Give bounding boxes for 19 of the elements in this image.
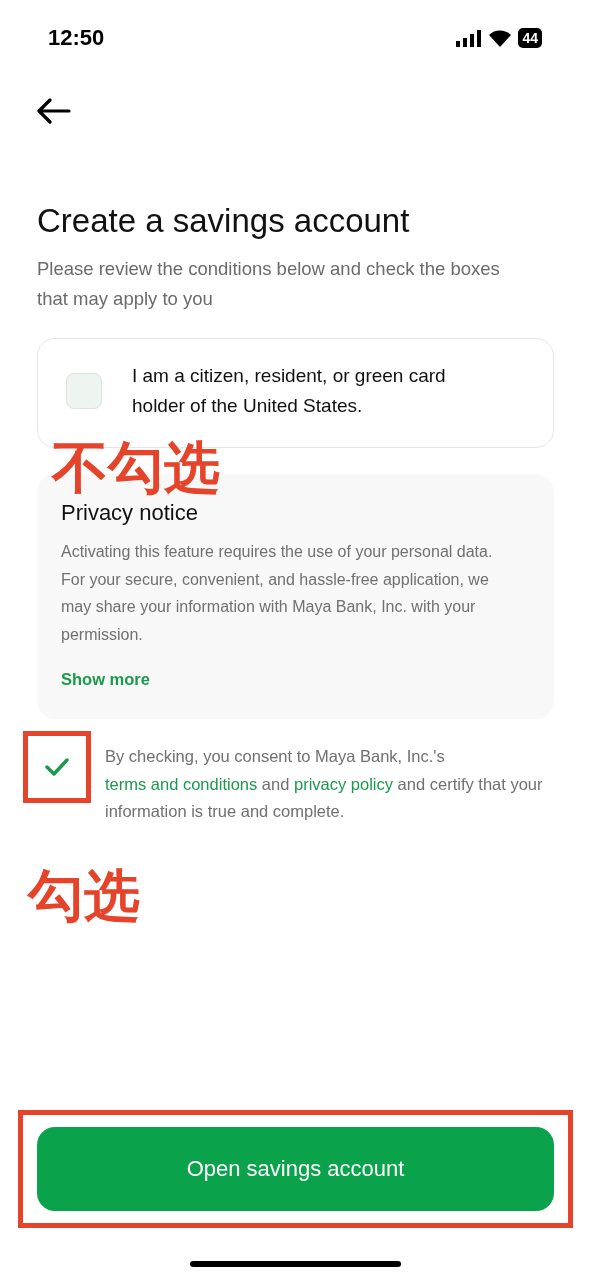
back-arrow-icon[interactable]	[37, 98, 71, 124]
option-label: I am a citizen, resident, or green card holder of the United States.	[132, 364, 447, 418]
annotation-label: 勾选	[28, 868, 140, 924]
open-account-button[interactable]: Open savings account	[37, 1127, 554, 1211]
page-subtitle: Please review the conditions below and check the boxes that may apply to you	[37, 257, 501, 311]
consent-text: By checking, you consent to Maya Bank, Inc.'s terms and conditions and privacy policy and certify that your information is true and complete.	[105, 746, 544, 822]
privacy-heading: Privacy notice	[61, 500, 199, 526]
privacy-policy-link[interactable]: privacy policy	[293, 774, 393, 793]
privacy-text: Activating this feature requires the use of your personal data. For your secure, convenient, and hassle-free application, we may share your information with Maya Bank, Inc. with your permission.	[61, 542, 494, 645]
page-title: Create a savings account	[37, 202, 411, 240]
terms-link[interactable]: terms and conditions	[105, 774, 258, 793]
status-time: 12:50	[48, 25, 105, 51]
wifi-icon	[489, 29, 512, 47]
battery-icon: 44	[518, 28, 542, 48]
annotation-label: 不勾选	[52, 440, 220, 496]
signal-icon	[456, 29, 483, 47]
checkbox[interactable]	[66, 373, 102, 409]
check-icon	[44, 756, 70, 778]
show-more-link[interactable]: Show more	[61, 670, 518, 689]
